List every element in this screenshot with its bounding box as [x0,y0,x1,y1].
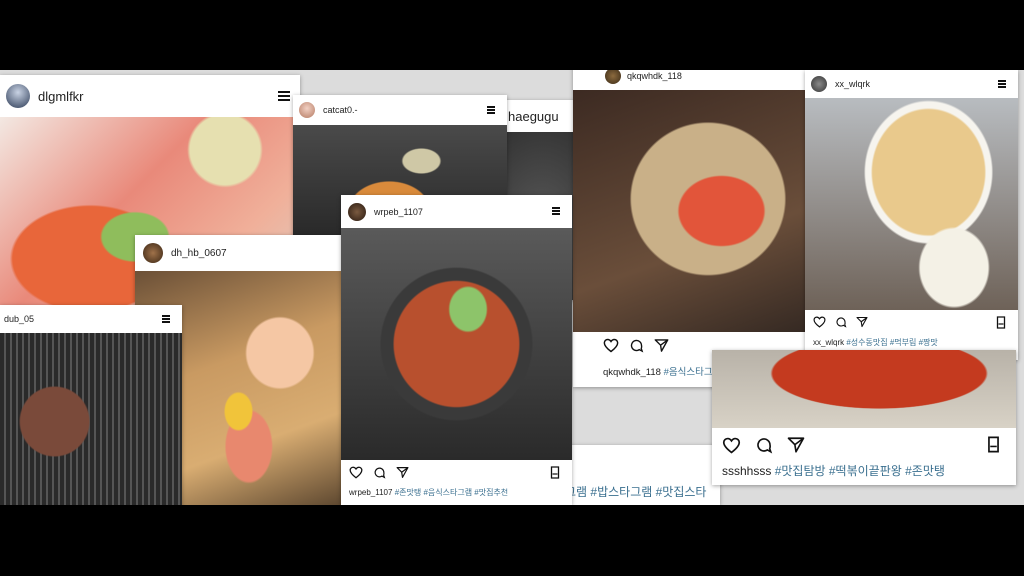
post-username[interactable]: dub_05 [4,314,34,324]
menu-icon[interactable] [487,106,495,114]
bookmark-icon[interactable] [987,436,1000,453]
bookmark-icon[interactable] [996,316,1006,329]
post-caption: xx_wlqrk #성수동맛집 #먹부림 #짱맛 [813,337,938,348]
avatar[interactable] [348,202,366,221]
post-card-qkqwhdk-118[interactable]: qkqwhdk_118 qkqwhdk_118 #음식스타그램 #오늘뭐먹지 [573,70,843,387]
post-photo [805,98,1018,310]
post-username[interactable]: qkqwhdk_118 [627,71,682,81]
share-icon[interactable] [654,338,669,353]
post-username[interactable]: dh_hb_0607 [171,248,227,259]
post-username[interactable]: dlgmlfkr [38,89,84,104]
share-icon[interactable] [856,316,868,328]
avatar[interactable] [6,84,30,108]
share-icon[interactable] [787,436,805,454]
avatar[interactable] [143,243,163,263]
post-photo [0,333,182,505]
photo-collage: haegugu dlgmlfkr catcat0.- qkqwhdk_118 q… [0,70,1024,505]
post-card-wrpeb-1107[interactable]: wrpeb_1107 wrpeb_1107 #존맛탱 #음식스타그램 #맛집추천 [341,195,572,505]
caption-hashtags[interactable]: #성수동맛집 #먹부림 #짱맛 [846,338,937,347]
post-card-dub-05[interactable]: dub_05 [0,305,182,505]
action-bar [722,436,1016,454]
caption-username[interactable]: qkqwhdk_118 [603,367,661,378]
menu-icon[interactable] [162,315,170,323]
post-caption: ssshhsss #맛집탐방 #떡볶이끝판왕 #존맛탱 [722,462,945,479]
comment-icon[interactable] [629,338,644,353]
post-card-ssshhsss[interactable]: ssshhsss #맛집탐방 #떡볶이끝판왕 #존맛탱 [712,350,1016,485]
action-bar [813,316,1018,328]
post-footer: wrpeb_1107 #존맛탱 #음식스타그램 #맛집추천 [341,460,572,505]
post-footer: ssshhsss #맛집탐방 #떡볶이끝판왕 #존맛탱 [712,428,1016,485]
caption-hashtags[interactable]: 그램 #밥스타그램 #맛집스타 [565,485,706,499]
post-caption: 그램 #밥스타그램 #맛집스타 [565,483,706,500]
heart-icon[interactable] [722,437,741,454]
caption-username[interactable]: wrpeb_1107 [349,488,392,497]
avatar[interactable] [605,70,621,84]
avatar[interactable] [811,76,827,92]
menu-icon[interactable] [552,207,560,215]
caption-username[interactable]: xx_wlqrk [813,338,844,347]
caption-hashtags[interactable]: #맛집탐방 #떡볶이끝판왕 #존맛탱 [775,464,945,478]
action-bar [349,466,572,479]
caption-username[interactable]: ssshhsss [722,464,771,478]
bookmark-icon[interactable] [550,466,560,479]
heart-icon[interactable] [349,466,363,479]
comment-icon[interactable] [835,316,847,328]
post-caption: wrpeb_1107 #존맛탱 #음식스타그램 #맛집추천 [349,487,508,498]
post-card-partial[interactable]: 그램 #밥스타그램 #맛집스타 [560,445,720,505]
menu-icon[interactable] [998,80,1006,88]
share-icon[interactable] [396,466,409,479]
post-username[interactable]: wrpeb_1107 [374,207,423,217]
comment-icon[interactable] [373,466,386,479]
post-username[interactable]: haegugu [508,109,559,124]
post-username[interactable]: catcat0.- [323,105,358,115]
avatar[interactable] [299,102,315,118]
post-photo [341,228,572,460]
comment-icon[interactable] [755,436,773,454]
heart-icon[interactable] [603,338,619,353]
post-photo [573,90,843,332]
heart-icon[interactable] [813,316,826,328]
caption-hashtags[interactable]: #존맛탱 #음식스타그램 #맛집추천 [395,488,508,497]
post-username[interactable]: xx_wlqrk [835,79,870,89]
post-card-xx-wlqrk[interactable]: xx_wlqrk xx_wlqrk #성수동맛집 #먹부림 #짱맛 [805,70,1018,360]
post-photo [712,350,1016,428]
menu-icon[interactable] [278,91,290,101]
